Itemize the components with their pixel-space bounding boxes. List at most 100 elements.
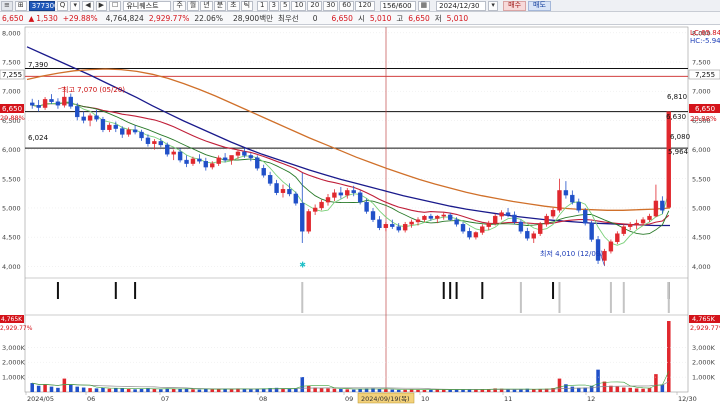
- chart-type-icon[interactable]: ⊞: [14, 0, 27, 11]
- volume-tick-left: 1,000K: [2, 374, 26, 382]
- volume-bar: [171, 389, 176, 392]
- volume-bar: [81, 387, 86, 392]
- buy-button[interactable]: 매수: [503, 0, 527, 11]
- crosshair-date: 2024/09/19(목): [361, 395, 410, 403]
- prev-icon[interactable]: ◀: [82, 0, 94, 11]
- candle-down: [660, 200, 665, 211]
- data-count-field[interactable]: 156/600: [379, 0, 416, 11]
- interval-5-button[interactable]: 5: [279, 0, 291, 11]
- period-second-button[interactable]: 초: [227, 0, 240, 11]
- interval-3-button[interactable]: 3: [268, 0, 279, 11]
- y-tick-left: 7,000: [2, 88, 21, 96]
- volume-bar: [319, 388, 324, 392]
- candle-down: [261, 168, 266, 176]
- y-tick-left: 7,500: [2, 59, 21, 67]
- vol-left-pct: 2,929.77%: [0, 325, 33, 332]
- candle-up: [383, 224, 389, 228]
- candle-up: [126, 129, 131, 135]
- next-icon[interactable]: ▶: [95, 0, 108, 11]
- right-5964-label: 5,964: [668, 148, 689, 156]
- high-annotation: 최고 7,070 (05/20): [62, 85, 125, 94]
- interval-20-button[interactable]: 20: [307, 0, 323, 11]
- candle-up: [62, 96, 67, 106]
- interval-1-button[interactable]: 1: [257, 0, 268, 11]
- volume-bar: [634, 388, 639, 392]
- search-icon[interactable]: Q: [56, 0, 69, 11]
- candle-down: [184, 159, 189, 164]
- signal-bar-black: [455, 282, 458, 299]
- favorite-icon[interactable]: ☐: [109, 0, 122, 11]
- stock-code-input[interactable]: 377300: [28, 0, 58, 11]
- low-annotation: 최저 4,010 (12/09): [540, 249, 603, 258]
- interval-buttons: 1 3 5 10 20 30 60 120: [257, 0, 375, 11]
- quote-change: 1,530: [36, 13, 58, 23]
- y-tick-right: 4,000: [692, 263, 711, 271]
- stock-name-field[interactable]: 유니퀘스트: [123, 0, 172, 11]
- right-6080-label: 6,080: [670, 133, 690, 141]
- volume-bar: [133, 389, 137, 392]
- signal-bar-black: [56, 282, 59, 299]
- volume-bar: [69, 384, 73, 392]
- signal-bar-gray: [558, 282, 561, 313]
- candle-down: [505, 212, 511, 216]
- volume-bar: [403, 389, 407, 392]
- top-toolbar: ≡ ⊞ 377300 Q ▾ ◀ ▶ ☐ 유니퀘스트 주 월 년 분 초 틱 1…: [0, 0, 720, 12]
- volume-bar: [441, 389, 446, 392]
- candle-up: [544, 215, 549, 225]
- candle-down: [158, 141, 164, 146]
- volume-bar: [178, 388, 182, 392]
- volume-bar: [622, 387, 626, 392]
- interval-10-button[interactable]: 10: [291, 0, 307, 11]
- candle-up: [486, 222, 491, 227]
- volume-bar: [197, 389, 202, 392]
- vol-right-pct: 2,929.77%: [690, 324, 720, 332]
- date-picker-icon[interactable]: ▾: [488, 0, 499, 11]
- period-buttons: 주 월 년 분 초 틱: [173, 0, 254, 11]
- stock-chart[interactable]: 8,000 8,0007,500 7,5007,000 7,0006,500 6,500…: [0, 25, 720, 404]
- list-dropdown-icon[interactable]: ▾: [70, 0, 81, 11]
- candle-up: [653, 200, 659, 217]
- date-field[interactable]: 2024/12/30: [436, 0, 487, 11]
- candle-up: [152, 141, 157, 144]
- interval-120-button[interactable]: 120: [355, 0, 375, 11]
- candle-up: [550, 210, 556, 217]
- menu-icon[interactable]: ≡: [1, 0, 13, 11]
- y-tick-right: 5,000: [692, 204, 711, 212]
- period-year-button[interactable]: 년: [200, 0, 213, 11]
- signal-bar-gray: [519, 282, 522, 313]
- sell-button[interactable]: 매도: [528, 0, 551, 11]
- volume-bar: [615, 386, 620, 392]
- interval-60-button[interactable]: 60: [339, 0, 355, 11]
- candle-down: [525, 231, 530, 239]
- candle-up: [306, 211, 311, 232]
- candle-down: [576, 201, 581, 211]
- hc-label: HC:-5.94: [690, 37, 720, 45]
- volume-bar: [101, 387, 105, 392]
- candle-up: [235, 151, 241, 156]
- candle-down: [351, 190, 356, 193]
- candle-up: [473, 232, 479, 238]
- volume-tick-left: 3,000K: [2, 344, 26, 352]
- volume-bar: [660, 384, 665, 392]
- period-tick-button[interactable]: 틱: [240, 0, 254, 11]
- candle-down: [68, 96, 73, 107]
- volume-bar: [191, 389, 195, 392]
- y-tick-left: 4,500: [2, 234, 21, 242]
- volume-bar: [390, 389, 395, 392]
- quote-up-arrow: ▲: [28, 13, 35, 23]
- calendar-icon[interactable]: ▦: [417, 0, 431, 11]
- period-minute-button[interactable]: 분: [213, 0, 227, 11]
- candle-down: [30, 102, 35, 106]
- volume-bar: [126, 389, 131, 392]
- candle-up: [345, 190, 350, 196]
- interval-30-button[interactable]: 30: [323, 0, 339, 11]
- candle-up: [422, 215, 427, 220]
- volume-bar: [377, 389, 382, 392]
- period-week-button[interactable]: 주: [173, 0, 186, 11]
- period-month-button[interactable]: 월: [186, 0, 200, 11]
- quote-high: 6,650: [408, 13, 430, 23]
- candle-up: [332, 192, 337, 198]
- volume-bar: [287, 389, 292, 392]
- quote-price: 6,650: [2, 13, 24, 23]
- candle-up: [608, 241, 614, 252]
